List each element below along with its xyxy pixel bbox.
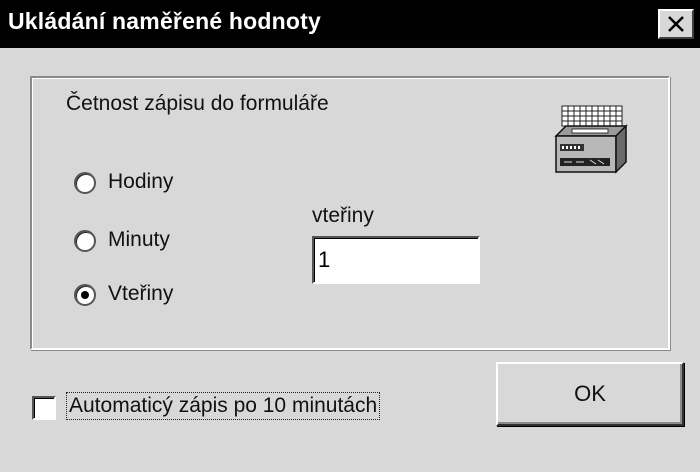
radio-minuty-label[interactable]: Minuty [108, 228, 170, 252]
interval-input[interactable] [312, 236, 480, 284]
auto-save-label[interactable]: Automaticý zápis po 10 minutách [66, 392, 381, 420]
radio-hodiny[interactable] [74, 172, 96, 194]
ok-button[interactable]: OK [496, 362, 684, 426]
radio-vteriny[interactable] [74, 284, 96, 306]
data-logger-device-icon [554, 105, 628, 174]
interval-label: vteřiny [312, 204, 374, 227]
close-button[interactable] [658, 9, 694, 39]
radio-minuty[interactable] [74, 230, 96, 252]
close-icon [668, 16, 684, 32]
title-bar: Ukládání naměřené hodnoty [0, 0, 700, 48]
auto-save-checkbox[interactable] [32, 396, 56, 420]
radio-hodiny-label[interactable]: Hodiny [108, 170, 173, 194]
group-label: Četnost zápisu do formuláře [66, 92, 329, 115]
radio-vteriny-label[interactable]: Vteřiny [108, 282, 173, 306]
radio-selected-dot [81, 291, 89, 299]
window-title: Ukládání naměřené hodnoty [8, 8, 322, 34]
